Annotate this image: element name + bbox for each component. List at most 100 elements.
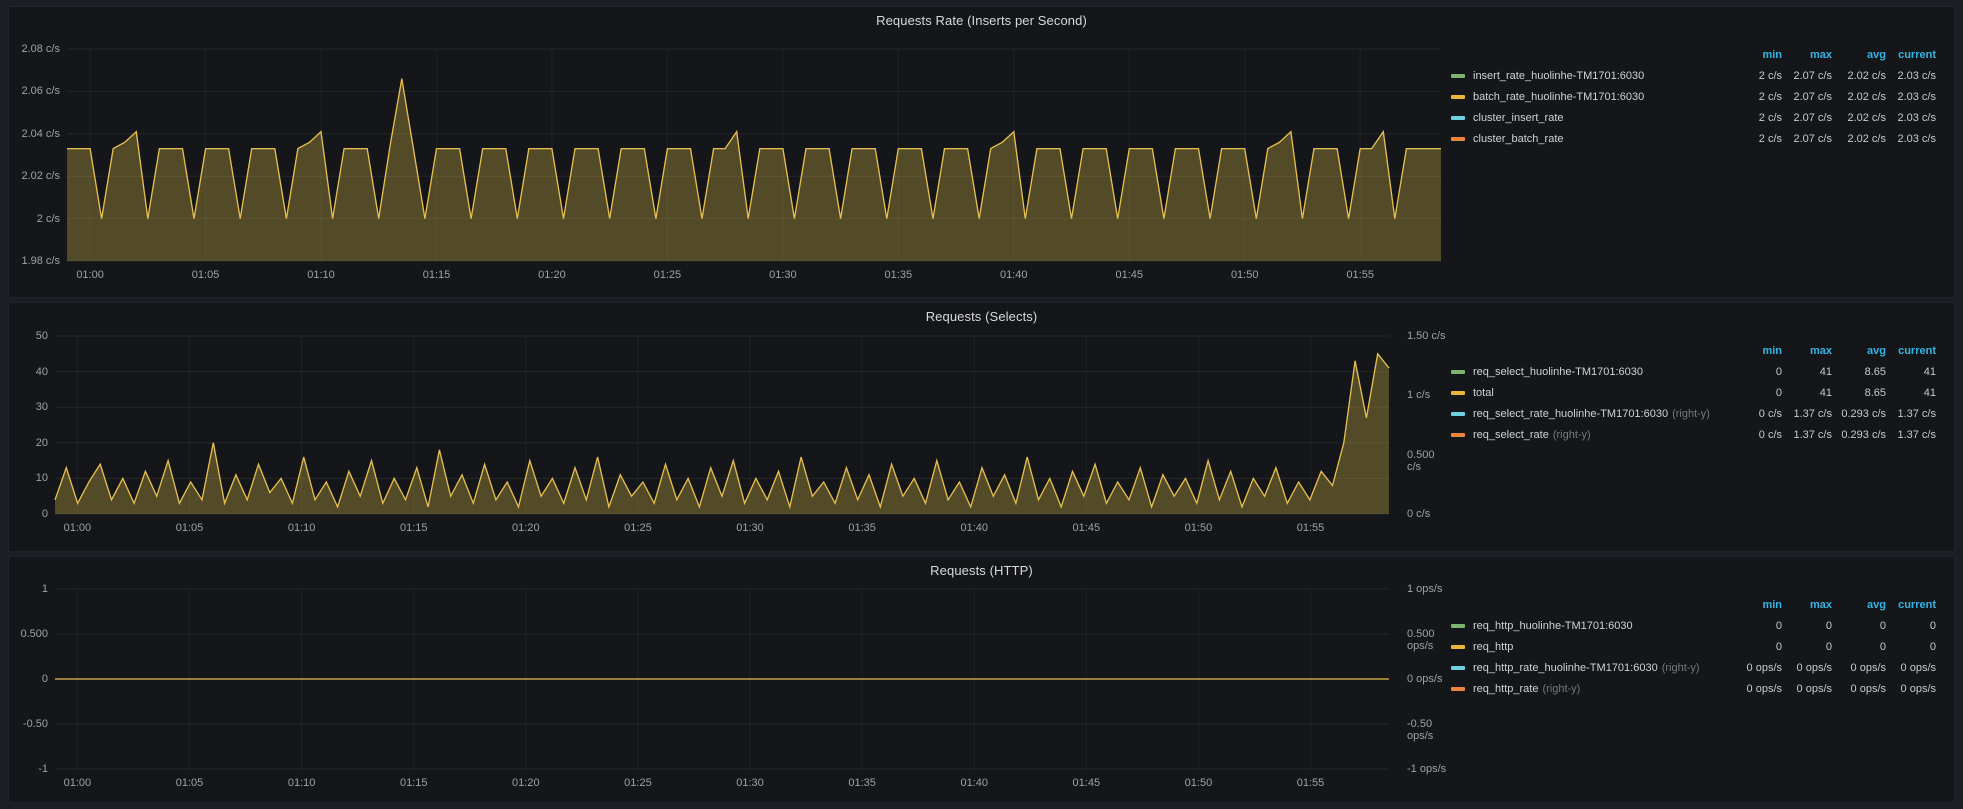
legend-value-avg: 2.02 c/s <box>1832 70 1886 82</box>
series-toggle[interactable]: req_http <box>1451 641 1728 653</box>
right-axis-tag: (right-y) <box>1662 662 1700 674</box>
legend-row: req_select_rate(right-y)0 c/s1.37 c/s0.2… <box>1451 424 1936 445</box>
series-toggle[interactable]: cluster_insert_rate <box>1451 112 1728 124</box>
legend-row: req_select_rate_huolinhe-TM1701:6030 (rig… <box>1451 403 1936 424</box>
legend-value-current: 0 <box>1886 620 1936 632</box>
series-label: cluster_insert_rate <box>1473 112 1564 124</box>
legend-value-avg: 2.02 c/s <box>1832 112 1886 124</box>
legend-row: total0418.6541 <box>1451 382 1936 403</box>
series-yellow-fill <box>67 79 1441 261</box>
legend-value-min: 2 c/s <box>1728 112 1782 124</box>
legend-value-current: 2.03 c/s <box>1886 91 1936 103</box>
legend-value-max: 0 <box>1782 641 1832 653</box>
series-label: total <box>1473 387 1494 399</box>
legend-header-avg[interactable]: avg <box>1832 345 1886 357</box>
series-label: req_http_rate <box>1473 683 1538 695</box>
legend-value-avg: 0 ops/s <box>1832 683 1886 695</box>
legend-header-avg[interactable]: avg <box>1832 599 1886 611</box>
legend-value-min: 2 c/s <box>1728 70 1782 82</box>
series-color-swatch-icon <box>1451 370 1465 374</box>
legend-value-min: 0 <box>1728 366 1782 378</box>
legend-row: insert_rate_huolinhe-TM1701:60302 c/s2.0… <box>1451 65 1936 86</box>
legend-value-min: 0 ops/s <box>1728 683 1782 695</box>
legend-row: req_select_huolinhe-TM1701:60300418.6541 <box>1451 361 1936 382</box>
legend-value-avg: 0 <box>1832 641 1886 653</box>
series-yellow-fill <box>55 354 1389 514</box>
legend-header-current[interactable]: current <box>1886 345 1936 357</box>
right-axis-tag: (right-y) <box>1542 683 1580 695</box>
legend-row: req_http_huolinhe-TM1701:60300000 <box>1451 615 1936 636</box>
legend-header-avg[interactable]: avg <box>1832 49 1886 61</box>
legend-value-current: 2.03 c/s <box>1886 70 1936 82</box>
series-toggle[interactable]: req_select_huolinhe-TM1701:6030 <box>1451 366 1728 378</box>
legend-header-row: minmaxavgcurrent <box>1451 595 1936 615</box>
series-toggle[interactable]: insert_rate_huolinhe-TM1701:6030 <box>1451 70 1728 82</box>
legend-row: cluster_insert_rate 2 c/s2.07 c/s2.02 c/s… <box>1451 107 1936 128</box>
series-color-swatch-icon <box>1451 433 1465 437</box>
legend-header-row: minmaxavgcurrent <box>1451 45 1936 65</box>
legend-value-current: 2.03 c/s <box>1886 133 1936 145</box>
series-label: req_select_huolinhe-TM1701:6030 <box>1473 366 1643 378</box>
legend-row: req_http_rate_huolinhe-TM1701:6030 (right… <box>1451 657 1936 678</box>
legend-header-current[interactable]: current <box>1886 49 1936 61</box>
chart-inserts-per-second[interactable]: 2.08 c/s2.06 c/s2.04 c/s2.02 c/s2 c/s1.9… <box>9 7 1449 297</box>
series-label: req_select_rate_huolinhe-TM1701:6030 <box>1473 408 1668 420</box>
panel-requests-selects: Requests (Selects) 504030201001.50 c/s1 … <box>8 302 1955 552</box>
legend-value-max: 41 <box>1782 387 1832 399</box>
legend-inserts: minmaxavgcurrent insert_rate_huolinhe-TM1… <box>1451 45 1936 149</box>
legend-value-avg: 0 ops/s <box>1832 662 1886 674</box>
right-axis-tag: (right-y) <box>1672 408 1710 420</box>
legend-value-current: 0 ops/s <box>1886 683 1936 695</box>
chart-http[interactable]: 10.5000-0.50-11 ops/s0.500 ops/s0 ops/s-… <box>9 557 1449 802</box>
legend-value-min: 0 ops/s <box>1728 662 1782 674</box>
plot-area[interactable] <box>9 557 1449 802</box>
legend-value-max: 1.37 c/s <box>1782 429 1832 441</box>
chart-selects[interactable]: 504030201001.50 c/s1 c/s0.500 c/s0 c/s01… <box>9 303 1449 551</box>
legend-header-min[interactable]: min <box>1728 599 1782 611</box>
legend-row: req_http0000 <box>1451 636 1936 657</box>
legend-value-current: 1.37 c/s <box>1886 408 1936 420</box>
series-label: req_http_huolinhe-TM1701:6030 <box>1473 620 1633 632</box>
series-label: req_select_rate <box>1473 429 1549 441</box>
series-toggle[interactable]: cluster_batch_rate <box>1451 133 1728 145</box>
legend-selects: minmaxavgcurrent req_select_huolinhe-TM17… <box>1451 341 1936 445</box>
legend-header-max[interactable]: max <box>1782 49 1832 61</box>
legend-value-current: 41 <box>1886 387 1936 399</box>
series-toggle[interactable]: batch_rate_huolinhe-TM1701:6030 <box>1451 91 1728 103</box>
legend-value-current: 41 <box>1886 366 1936 378</box>
series-label: insert_rate_huolinhe-TM1701:6030 <box>1473 70 1644 82</box>
panel-requests-http: Requests (HTTP) 10.5000-0.50-11 ops/s0.5… <box>8 556 1955 803</box>
legend-value-min: 0 <box>1728 641 1782 653</box>
legend-value-current: 0 <box>1886 641 1936 653</box>
series-color-swatch-icon <box>1451 687 1465 691</box>
series-toggle[interactable]: req_http_rate_huolinhe-TM1701:6030 (right… <box>1451 662 1728 674</box>
series-toggle[interactable]: req_select_rate (right-y) <box>1451 429 1728 441</box>
legend-header-current[interactable]: current <box>1886 599 1936 611</box>
legend-value-avg: 0.293 c/s <box>1832 408 1886 420</box>
series-color-swatch-icon <box>1451 645 1465 649</box>
legend-header-min[interactable]: min <box>1728 345 1782 357</box>
legend-value-current: 2.03 c/s <box>1886 112 1936 124</box>
panel-requests-rate-inserts: Requests Rate (Inserts per Second) 2.08 … <box>8 6 1955 298</box>
legend-value-max: 2.07 c/s <box>1782 112 1832 124</box>
plot-area[interactable] <box>9 303 1449 551</box>
series-toggle[interactable]: req_http_rate (right-y) <box>1451 683 1728 695</box>
legend-value-min: 0 <box>1728 387 1782 399</box>
series-label: req_http <box>1473 641 1513 653</box>
series-toggle[interactable]: req_select_rate_huolinhe-TM1701:6030 (rig… <box>1451 408 1728 420</box>
legend-header-min[interactable]: min <box>1728 49 1782 61</box>
series-label: req_http_rate_huolinhe-TM1701:6030 <box>1473 662 1658 674</box>
plot-area[interactable] <box>9 7 1449 297</box>
legend-row: req_http_rate(right-y)0 ops/s0 ops/s0 op… <box>1451 678 1936 699</box>
series-toggle[interactable]: req_http_huolinhe-TM1701:6030 <box>1451 620 1728 632</box>
legend-header-max[interactable]: max <box>1782 345 1832 357</box>
legend-header-max[interactable]: max <box>1782 599 1832 611</box>
legend-value-avg: 2.02 c/s <box>1832 91 1886 103</box>
legend-value-max: 2.07 c/s <box>1782 70 1832 82</box>
legend-value-min: 0 c/s <box>1728 408 1782 420</box>
legend-value-max: 0 ops/s <box>1782 683 1832 695</box>
series-color-swatch-icon <box>1451 624 1465 628</box>
right-axis-tag: (right-y) <box>1553 429 1591 441</box>
series-toggle[interactable]: total <box>1451 387 1728 399</box>
legend-value-max: 0 <box>1782 620 1832 632</box>
